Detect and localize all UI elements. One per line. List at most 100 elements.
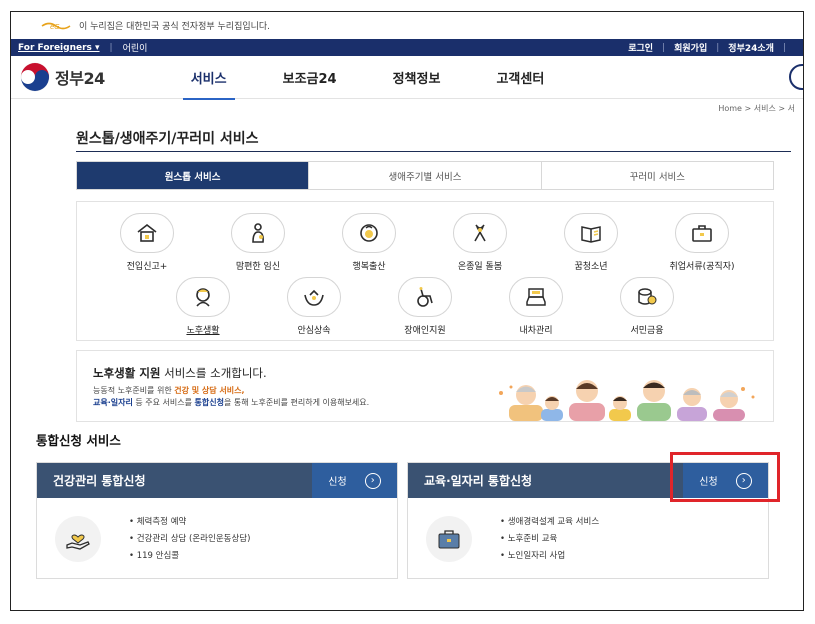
briefcase-icon: [692, 225, 712, 242]
service-finance[interactable]: 서민금융: [597, 277, 697, 336]
apply-label: 신청: [328, 477, 347, 488]
chevron-right-icon: ›: [364, 472, 381, 489]
service-icon-wrap: [620, 277, 674, 317]
account-links: 로그인 | 회원가입 | 정부24소개 |: [628, 41, 803, 55]
nav-services[interactable]: 서비스: [182, 56, 235, 100]
separator: |: [662, 42, 666, 53]
health-apply-button[interactable]: 신청 ›: [312, 463, 397, 498]
separator: |: [109, 42, 113, 53]
card-title: 건강관리 통합신청: [53, 474, 146, 488]
separator: |: [782, 42, 786, 53]
service-icon-wrap: [231, 213, 285, 253]
svg-text:eG: eG: [50, 23, 60, 31]
card-body: 생애경력설계 교육 서비스 노후준비 교육 노인일자리 사업: [408, 498, 768, 580]
service-inheritance[interactable]: 안심상속: [264, 277, 364, 336]
hands-icon: [304, 289, 324, 306]
service-icon-wrap: [120, 213, 174, 253]
list-item: 노인일자리 사업: [500, 548, 599, 565]
main-nav: 서비스 보조금24 정책정보 고객센터: [182, 56, 593, 100]
baby-icon: [360, 224, 378, 242]
car-icon: [526, 288, 546, 306]
service-icon-wrap: [398, 277, 452, 317]
service-childcare[interactable]: 온종일 돌봄: [430, 213, 530, 272]
list-item: 건강관리 상담 (온라인운동상담): [129, 531, 251, 548]
book-icon: [581, 226, 601, 243]
service-move-in[interactable]: 전입신고+: [97, 213, 197, 272]
service-label: 노후생활: [186, 326, 220, 336]
heart-hand-icon: [66, 534, 90, 550]
main-header: 정부24 서비스 보조금24 정책정보 고객센터: [11, 56, 803, 100]
service-label: 취업서류(공직자): [669, 262, 735, 272]
egov-logo-icon: eG: [41, 22, 71, 31]
list-item: 노후준비 교육: [500, 531, 599, 548]
briefcase-icon: [438, 530, 460, 549]
service-label: 장애인지원: [404, 326, 446, 336]
about-link[interactable]: 정부24소개: [728, 41, 774, 54]
integrated-section-title: 통합신청 서비스: [36, 433, 121, 448]
service-tabs: 원스톱 서비스 생애주기별 서비스 꾸러미 서비스: [76, 161, 774, 190]
title-divider: [76, 151, 791, 152]
family-illustration: [499, 380, 755, 421]
service-my-car[interactable]: 내차관리: [486, 277, 586, 336]
nav-policy[interactable]: 정책정보: [385, 56, 449, 99]
card-icon-wrap: [426, 516, 472, 562]
service-label: 안심상속: [297, 326, 331, 336]
card-item-list: 체력측정 예약 건강관리 상담 (온라인운동상담) 119 안심콜: [129, 514, 251, 565]
service-label: 행복출산: [352, 262, 386, 272]
service-icon-wrap: [342, 213, 396, 253]
list-item: 생애경력설계 교육 서비스: [500, 514, 599, 531]
service-icon-wrap: [564, 213, 618, 253]
page-title: 원스톱/생애주기/꾸러미 서비스: [76, 131, 259, 147]
search-button[interactable]: [789, 64, 803, 90]
service-label: 온종일 돌봄: [457, 262, 503, 272]
signup-link[interactable]: 회원가입: [674, 41, 707, 54]
brand-name: 정부24: [55, 69, 105, 88]
service-intro: 노후생활 지원 서비스를 소개합니다. 능동적 노후준비를 위한 건강 및 상담…: [76, 350, 774, 422]
service-label: 전입신고+: [126, 262, 168, 272]
tab-lifecycle[interactable]: 생애주기별 서비스: [309, 162, 542, 189]
service-pregnancy[interactable]: 맘편한 임신: [208, 213, 308, 272]
service-label: 꿈청소년: [574, 262, 608, 272]
for-foreigners-menu[interactable]: For Foreigners ▾: [18, 43, 100, 53]
service-birth[interactable]: 행복출산: [319, 213, 419, 272]
kids-link[interactable]: 어린이: [123, 41, 148, 54]
highlight-box: [670, 452, 780, 502]
house-icon: [137, 223, 157, 242]
tab-onestop[interactable]: 원스톱 서비스: [77, 162, 310, 189]
intro-description: 능동적 노후준비를 위한 건강 및 상담 서비스, 교육·일자리 등 주요 서비스…: [93, 386, 370, 407]
intro-title: 노후생활 지원 서비스를 소개합니다.: [93, 366, 267, 380]
service-icon-wrap: [509, 277, 563, 317]
wheelchair-icon: [417, 287, 433, 307]
ribbon-icon: [474, 224, 486, 242]
service-icon-wrap: [287, 277, 341, 317]
card-header: 건강관리 통합신청 신청 ›: [37, 463, 397, 498]
service-employment-docs[interactable]: 취업서류(공직자): [652, 213, 752, 272]
login-link[interactable]: 로그인: [628, 41, 653, 54]
separator: |: [716, 42, 720, 53]
top-bar: For Foreigners ▾ | 어린이 로그인 | 회원가입 | 정부24…: [11, 39, 803, 56]
card-title: 교육·일자리 통합신청: [424, 474, 533, 488]
service-label: 내차관리: [519, 326, 553, 336]
card-icon-wrap: [55, 516, 101, 562]
coins-icon: [638, 288, 657, 305]
health-integrated-card: 건강관리 통합신청 신청 › 체력측정 예약 건강관리 상담 (온라인운동상담)…: [36, 462, 398, 579]
breadcrumb: Home > 서비스 > 서: [718, 104, 795, 113]
card-item-list: 생애경력설계 교육 서비스 노후준비 교육 노인일자리 사업: [500, 514, 599, 565]
nav-subsidy[interactable]: 보조금24: [275, 56, 345, 99]
service-youth[interactable]: 꿈청소년: [541, 213, 641, 272]
tab-package[interactable]: 꾸러미 서비스: [541, 162, 773, 189]
service-icon-wrap: [176, 277, 230, 317]
gov-banner-text: 이 누리집은 대한민국 공식 전자정부 누리집입니다.: [79, 22, 271, 32]
gov-banner: eG 이 누리집은 대한민국 공식 전자정부 누리집입니다.: [11, 12, 803, 39]
brand-logo[interactable]: 정부24: [19, 61, 105, 93]
service-icon-wrap: [453, 213, 507, 253]
taegeuk-logo-icon: [20, 62, 50, 92]
service-disability[interactable]: 장애인지원: [375, 277, 475, 336]
service-senior-life[interactable]: 노후생활: [153, 277, 253, 336]
card-body: 체력측정 예약 건강관리 상담 (온라인운동상담) 119 안심콜: [37, 498, 397, 580]
service-icon-wrap: [675, 213, 729, 253]
service-grid: 전입신고+ 맘편한 임신 행복출산 온종일 돌봄 꿈청소년 취업서류(공직자) …: [76, 201, 774, 341]
service-label: 맘편한 임신: [235, 262, 281, 272]
nav-customer-center[interactable]: 고객센터: [488, 56, 552, 99]
service-label: 서민금융: [630, 326, 664, 336]
